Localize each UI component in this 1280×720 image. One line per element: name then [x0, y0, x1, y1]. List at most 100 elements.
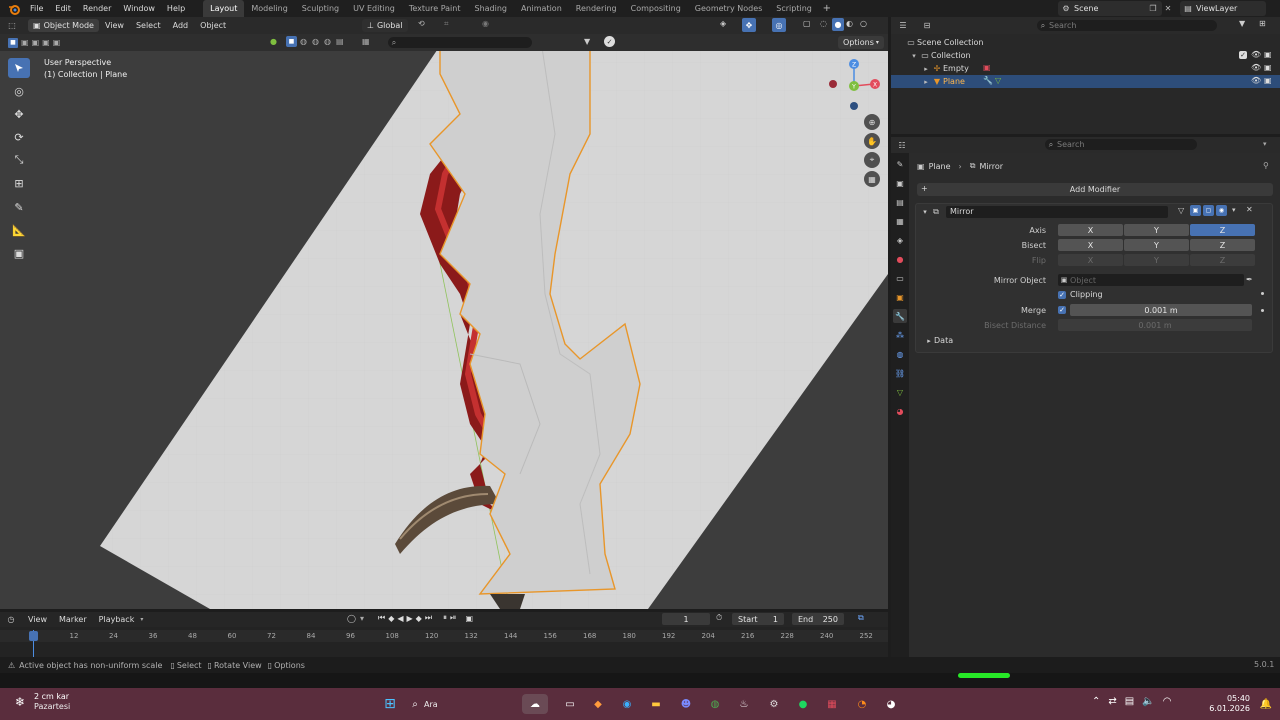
timeline-editor-icon[interactable]: ◷	[0, 615, 22, 624]
menu-render[interactable]: Render	[77, 0, 117, 17]
object-tab-icon[interactable]: ▣	[893, 290, 907, 304]
viewport-toggle-icon[interactable]: ▢	[1203, 205, 1214, 216]
transform-orientation-selector[interactable]: ⊥ Global	[362, 19, 408, 32]
workspace-tab[interactable]: Compositing	[624, 0, 688, 17]
proportional-edit-icon[interactable]: ◉	[482, 19, 489, 28]
filter-empty-icon[interactable]: ◍	[324, 37, 331, 46]
particles-tab-icon[interactable]: ⁂	[893, 328, 907, 342]
eye-icon[interactable]: 👁	[1251, 50, 1261, 59]
menu-file[interactable]: File	[24, 0, 49, 17]
navigation-gizmo[interactable]: Z X Y	[826, 58, 882, 114]
menu-window[interactable]: Window	[117, 0, 161, 17]
blender-taskbar-icon[interactable]: ◔	[852, 694, 872, 714]
edge-icon[interactable]: ◉	[617, 694, 637, 714]
clipping-checkbox[interactable]: ✓	[1058, 290, 1066, 299]
outliner-row-scene-collection[interactable]: ▭ Scene Collection	[891, 36, 1280, 49]
play-reverse-icon[interactable]: ◀	[397, 613, 403, 623]
viewport-menu-select[interactable]: Select	[130, 17, 167, 34]
search-highlight-icon[interactable]: ☁	[522, 694, 548, 714]
eye-icon[interactable]: 👁	[1251, 76, 1261, 85]
wireframe-shading-icon[interactable]: ◌	[820, 19, 827, 28]
bisect-y-toggle[interactable]: Y	[1124, 239, 1189, 251]
cursor-tool-icon[interactable]: ◎	[8, 81, 30, 101]
playhead-handle[interactable]	[29, 631, 38, 641]
visibility-icon[interactable]: ◈	[720, 19, 726, 28]
physics-tab-icon[interactable]: ◍	[893, 347, 907, 361]
mode-selector[interactable]: ▣ Object Mode	[28, 19, 99, 32]
move-tool-icon[interactable]: ✥	[8, 104, 30, 124]
play-icon[interactable]: ▶	[407, 613, 413, 623]
loop-icon[interactable]: ⏸	[443, 613, 447, 623]
steam-icon[interactable]: ♨	[734, 694, 754, 714]
next-keyframe-icon[interactable]: ◆	[416, 613, 422, 623]
taskbar-search[interactable]: ⌕ Ara	[406, 694, 512, 714]
workspace-tab[interactable]: UV Editing	[346, 0, 402, 17]
flip-x-toggle[interactable]: X	[1058, 254, 1123, 266]
notification-bell-icon[interactable]: 🔔	[1256, 694, 1276, 714]
weather-widget[interactable]: ❄ 2 cm kar Pazartesi	[10, 692, 70, 712]
select-extend-icon[interactable]: ▣	[21, 38, 29, 47]
eye-icon[interactable]: 👁	[1251, 63, 1261, 72]
jump-start-icon[interactable]: ⏮	[378, 613, 385, 623]
select-subtract-icon[interactable]: ▣	[32, 38, 40, 47]
select-tool-icon[interactable]	[8, 58, 30, 78]
outliner-search-field[interactable]: ⌕ Search	[1037, 20, 1217, 31]
axis-x-toggle[interactable]: X	[1058, 224, 1123, 236]
workspace-tab[interactable]: Geometry Nodes	[688, 0, 769, 17]
rendered-shading-icon[interactable]: ○	[860, 19, 867, 28]
overlay-toggle-icon[interactable]: ◎	[772, 18, 786, 32]
camera-render-icon[interactable]: ▣	[1264, 63, 1272, 72]
filter-other-icon[interactable]: ▤	[336, 37, 344, 46]
view-layer-tab-icon[interactable]: ▦	[893, 214, 907, 228]
outliner-row-plane[interactable]: ▸ ▼ Plane 🔧 ▽ 👁 ▣	[891, 75, 1280, 88]
settings-app-icon[interactable]: ⚙	[764, 694, 784, 714]
auto-keying-icon[interactable]: ◯	[347, 614, 356, 623]
pan-hand-icon[interactable]: ✋	[864, 133, 880, 149]
current-frame-field[interactable]: 1	[662, 613, 710, 625]
annotate-tool-icon[interactable]: ✎	[8, 197, 30, 217]
filter-more-icon[interactable]: ▦	[362, 37, 370, 46]
tray-network-icon[interactable]: ▤	[1125, 696, 1134, 707]
flip-z-toggle[interactable]: Z	[1190, 254, 1255, 266]
copilot-icon[interactable]: ◆	[588, 694, 608, 714]
properties-editor-icon[interactable]: ☷	[891, 141, 913, 150]
chevron-down-icon[interactable]: ▾	[1232, 206, 1236, 214]
recorder-icon[interactable]: ◕	[881, 694, 901, 714]
filter-mesh-icon[interactable]: ■	[286, 36, 297, 47]
world-tab-icon[interactable]: ●	[893, 252, 907, 266]
filter-objects-icon[interactable]: ●	[270, 37, 277, 46]
outliner-row-collection[interactable]: ▾ ▭ Collection ✓ 👁 ▣	[891, 49, 1280, 62]
transform-tool-icon[interactable]: ⊞	[8, 173, 30, 193]
menu-edit[interactable]: Edit	[49, 0, 77, 17]
data-tab-icon[interactable]: ▽	[893, 385, 907, 399]
media-app-icon[interactable]: ▦	[822, 694, 842, 714]
new-scene-icon[interactable]: ❐	[1147, 2, 1159, 14]
outliner-editor-icon[interactable]: ☰	[891, 21, 915, 30]
workspace-tab[interactable]: Modeling	[244, 0, 294, 17]
expand-arrow-icon[interactable]: ▾	[909, 52, 919, 60]
modifier-name-field[interactable]: Mirror	[946, 205, 1168, 218]
properties-search-field[interactable]: ⌕ Search	[1045, 139, 1197, 150]
data-subpanel-header[interactable]: ▸ Data	[924, 336, 953, 345]
camera-render-icon[interactable]: ▣	[1264, 76, 1272, 85]
wifi-icon[interactable]: ◠	[1163, 696, 1172, 707]
cage-toggle-icon[interactable]: ▣	[1190, 205, 1201, 216]
add-cube-tool-icon[interactable]: ▣	[8, 243, 30, 263]
chrome-icon[interactable]: ◍	[705, 694, 725, 714]
render-toggle-icon[interactable]: ◉	[1216, 205, 1227, 216]
scene-tab-icon[interactable]: ◈	[893, 233, 907, 247]
workspace-tab[interactable]: Rendering	[569, 0, 624, 17]
tray-app-icon[interactable]: ⇄	[1108, 696, 1116, 707]
workspace-tab[interactable]: Animation	[514, 0, 569, 17]
mirror-object-field[interactable]: ▣ Object	[1058, 274, 1244, 286]
tray-chevron-up-icon[interactable]: ⌃	[1092, 696, 1100, 707]
filter-camera-icon[interactable]: ◍	[312, 37, 319, 46]
new-collection-icon[interactable]: ⊞	[1259, 19, 1266, 28]
clock[interactable]: 05:40 6.01.2026	[1204, 694, 1250, 714]
view-layer-selector[interactable]: ▤ ViewLayer	[1180, 1, 1266, 16]
axis-z-toggle[interactable]: Z	[1190, 224, 1255, 236]
jump-end-icon[interactable]: ⏭	[425, 613, 432, 623]
outliner-row-empty[interactable]: ▸ ✢ Empty ▣ 👁 ▣	[891, 62, 1280, 75]
select-invert-icon[interactable]: ▣	[42, 38, 50, 47]
bisect-distance-field[interactable]: 0.001 m	[1058, 319, 1252, 331]
